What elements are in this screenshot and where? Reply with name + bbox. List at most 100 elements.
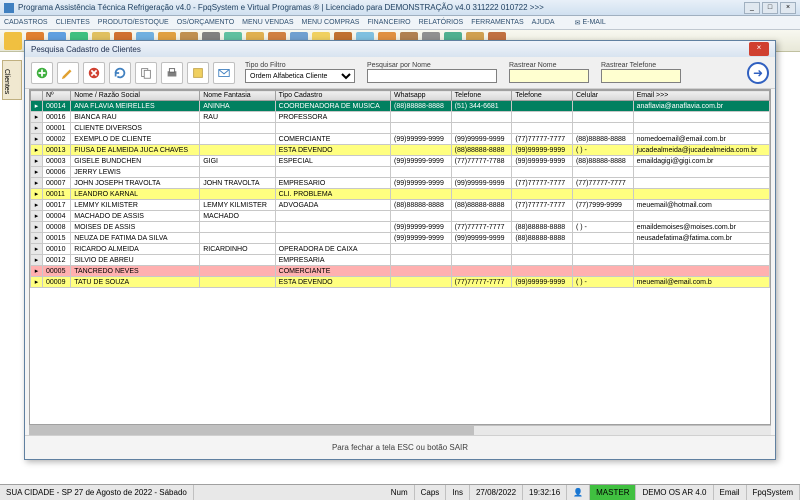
column-header[interactable]: Nome / Razão Social [71, 91, 200, 101]
column-header[interactable]: Telefone [451, 91, 512, 101]
status-num: Num [385, 485, 415, 500]
expand-icon[interactable]: ▸ [31, 189, 43, 200]
expand-icon[interactable]: ▸ [31, 222, 43, 233]
table-row[interactable]: ▸00012SILVIO DE ABREUEMPRESARIA [31, 255, 770, 266]
expand-icon[interactable]: ▸ [31, 233, 43, 244]
print-button[interactable] [161, 62, 183, 84]
expand-icon[interactable]: ▸ [31, 266, 43, 277]
expand-icon[interactable]: ▸ [31, 123, 43, 134]
table-row[interactable]: ▸00007JOHN JOSEPH TRAVOLTAJOHN TRAVOLTAE… [31, 178, 770, 189]
dialog-close-button[interactable]: × [749, 42, 769, 56]
results-grid[interactable]: NºNome / Razão SocialNome FantasiaTipo C… [29, 89, 771, 425]
cell: (99)99999-9999 [512, 277, 573, 288]
cell: meuemail@email.com.b [633, 277, 769, 288]
expand-icon[interactable]: ▸ [31, 156, 43, 167]
column-header[interactable]: Email >>> [633, 91, 769, 101]
table-row[interactable]: ▸00013FIUSA DE ALMEIDA JUCA CHAVESESTA D… [31, 145, 770, 156]
table-row[interactable]: ▸00001CLIENTE DIVERSOS [31, 123, 770, 134]
expand-icon[interactable]: ▸ [31, 255, 43, 266]
cell [275, 167, 390, 178]
table-row[interactable]: ▸00003GISELE BUNDCHENGIGIESPECIAL(99)999… [31, 156, 770, 167]
table-row[interactable]: ▸00005TANCREDO NEVESCOMERCIANTE [31, 266, 770, 277]
cell: MOISES DE ASSIS [71, 222, 200, 233]
cell [391, 123, 452, 134]
expand-icon[interactable]: ▸ [31, 167, 43, 178]
menu-clientes[interactable]: CLIENTES [56, 19, 90, 26]
email-button[interactable]: ✉ E-MAIL [575, 19, 606, 27]
track-name-input[interactable] [509, 69, 589, 83]
cell: SILVIO DE ABREU [71, 255, 200, 266]
menu-compras[interactable]: MENU COMPRAS [302, 19, 360, 26]
export-button[interactable] [187, 62, 209, 84]
cell [572, 233, 633, 244]
menu-cadastros[interactable]: CADASTROS [4, 19, 48, 26]
expand-icon[interactable]: ▸ [31, 277, 43, 288]
go-button[interactable]: ➜ [747, 62, 769, 84]
scrollbar-thumb[interactable] [29, 426, 474, 435]
mail-button[interactable] [213, 62, 235, 84]
menu-ajuda[interactable]: AJUDA [532, 19, 555, 26]
table-row[interactable]: ▸00010RICARDO ALMEIDARICARDINHOOPERADORA… [31, 244, 770, 255]
cell: EMPRESARIA [275, 255, 390, 266]
menu-os[interactable]: OS/ORÇAMENTO [177, 19, 234, 26]
cell: ANINHA [200, 101, 275, 112]
table-row[interactable]: ▸00011LEANDRO KARNALCLI. PROBLEMA [31, 189, 770, 200]
table-row[interactable]: ▸00015NEUZA DE FATIMA DA SILVA(99)99999-… [31, 233, 770, 244]
table-row[interactable]: ▸00017LEMMY KILMISTERLEMMY KILMISTERADVO… [31, 200, 770, 211]
cell: (99)99999-9999 [391, 156, 452, 167]
cell: ESTA DEVENDO [275, 145, 390, 156]
menu-relatorios[interactable]: RELATÓRIOS [419, 19, 464, 26]
close-button[interactable]: × [780, 2, 796, 14]
table-row[interactable]: ▸00006JERRY LEWIS [31, 167, 770, 178]
expand-icon[interactable]: ▸ [31, 101, 43, 112]
minimize-button[interactable]: _ [744, 2, 760, 14]
expand-icon[interactable]: ▸ [31, 145, 43, 156]
maximize-button[interactable]: □ [762, 2, 778, 14]
cell: 00010 [43, 244, 71, 255]
status-brand[interactable]: FpqSystem [747, 485, 800, 500]
table-row[interactable]: ▸00002EXEMPLO DE CLIENTECOMERCIANTE(99)9… [31, 134, 770, 145]
column-header[interactable]: Celular [572, 91, 633, 101]
column-header[interactable]: Whatsapp [391, 91, 452, 101]
cell [512, 266, 573, 277]
column-header[interactable]: Nº [43, 91, 71, 101]
filter-type-select[interactable]: Ordem Alfabetica Cliente [245, 69, 355, 83]
edit-button[interactable] [57, 62, 79, 84]
column-header[interactable] [31, 91, 43, 101]
sidebar-tab-clientes[interactable]: Clientes [2, 60, 22, 100]
menu-vendas[interactable]: MENU VENDAS [242, 19, 293, 26]
expand-icon[interactable]: ▸ [31, 211, 43, 222]
column-header[interactable]: Tipo Cadastro [275, 91, 390, 101]
copy-button[interactable] [135, 62, 157, 84]
expand-icon[interactable]: ▸ [31, 244, 43, 255]
table-row[interactable]: ▸00016BIANCA RAURAUPROFESSORA [31, 112, 770, 123]
new-button[interactable] [31, 62, 53, 84]
cell [451, 266, 512, 277]
table-row[interactable]: ▸00009TATU DE SOUZAESTA DEVENDO(77)77777… [31, 277, 770, 288]
status-email[interactable]: Email [714, 485, 747, 500]
expand-icon[interactable]: ▸ [31, 112, 43, 123]
cell: (88)88888-8888 [512, 222, 573, 233]
cell: LEMMY KILMISTER [71, 200, 200, 211]
refresh-button[interactable] [109, 62, 131, 84]
cell [512, 255, 573, 266]
menu-financeiro[interactable]: FINANCEIRO [367, 19, 410, 26]
menu-ferramentas[interactable]: FERRAMENTAS [471, 19, 523, 26]
menu-produto[interactable]: PRODUTO/ESTOQUE [98, 19, 169, 26]
expand-icon[interactable]: ▸ [31, 178, 43, 189]
search-name-input[interactable] [367, 69, 497, 83]
expand-icon[interactable]: ▸ [31, 200, 43, 211]
table-row[interactable]: ▸00004MACHADO DE ASSISMACHADO [31, 211, 770, 222]
table-row[interactable]: ▸00008MOISES DE ASSIS(99)99999-9999(77)7… [31, 222, 770, 233]
cell [200, 277, 275, 288]
track-phone-input[interactable] [601, 69, 681, 83]
delete-button[interactable] [83, 62, 105, 84]
horizontal-scrollbar[interactable] [29, 425, 771, 435]
column-header[interactable]: Nome Fantasia [200, 91, 275, 101]
column-header[interactable]: Telefone [512, 91, 573, 101]
status-location: SUA CIDADE - SP 27 de Agosto de 2022 - S… [0, 485, 194, 500]
table-row[interactable]: ▸00014ANA FLAVIA MEIRELLESANINHACOORDENA… [31, 101, 770, 112]
toolbar-icon-0[interactable] [4, 32, 22, 50]
cell: (88)88888-8888 [512, 233, 573, 244]
expand-icon[interactable]: ▸ [31, 134, 43, 145]
